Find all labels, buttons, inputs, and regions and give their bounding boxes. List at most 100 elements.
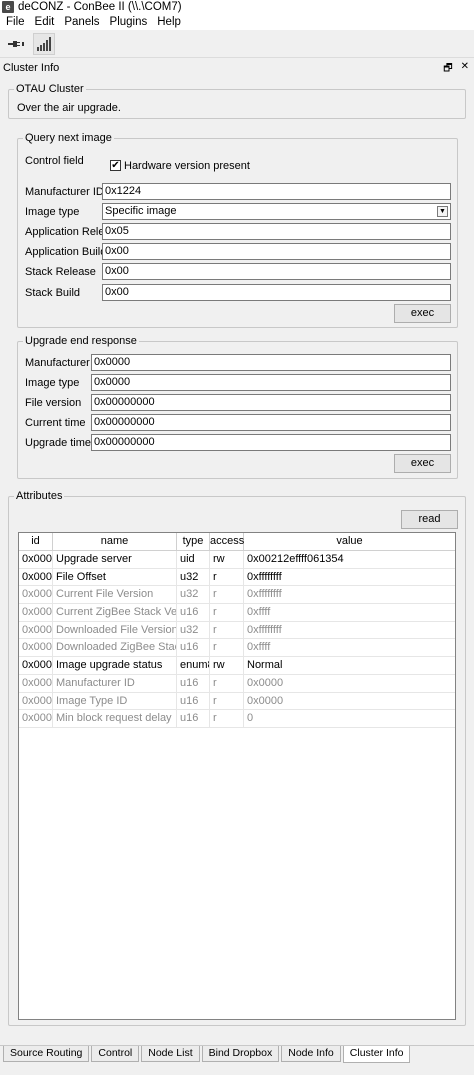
attributes-table: id name type access value 0x0000Upgrade … [18,532,456,1020]
cell-access: r [210,604,244,621]
cell-id: 0x0005 [19,639,53,657]
tab-source-routing[interactable]: Source Routing [3,1046,90,1062]
cell-id: 0x0006 [19,657,53,674]
cluster-description: Over the air upgrade. [17,102,121,114]
q-stack-release-label: Stack Release [25,266,96,278]
window-title: deCONZ - ConBee II (\\.\COM7) [18,1,182,13]
table-row[interactable]: 0x0007Manufacturer IDu16r0x0000 [19,674,455,693]
q-app-release-input[interactable]: 0x05 [102,223,451,240]
title-bar: e deCONZ - ConBee II (\\.\COM7) [0,0,474,14]
tab-node-info[interactable]: Node Info [281,1046,341,1062]
column-header-value[interactable]: value [244,533,455,550]
q-app-build-label: Application Build [25,246,107,258]
connect-button[interactable] [5,33,27,55]
column-header-type[interactable]: type [177,533,210,550]
cell-access: r [210,586,244,604]
menu-edit[interactable]: Edit [31,16,59,28]
cell-name: Upgrade server [53,551,177,568]
query-exec-button[interactable]: exec [394,304,451,323]
cell-type: enum8 [177,657,210,674]
cell-value: 0xffff [247,606,271,619]
otau-cluster-group: OTAU Cluster Over the air upgrade. [8,83,466,119]
cell-access: rw [210,657,244,674]
u-image-type-label: Image type [25,377,80,389]
q-stack-build-input[interactable]: 0x00 [102,284,451,301]
plug-icon [8,40,24,47]
cell-type: u16 [177,674,210,692]
tab-cluster-info[interactable]: Cluster Info [342,1046,411,1063]
cell-name: Manufacturer ID [53,674,177,692]
cell-name: Image upgrade status [53,657,177,674]
table-row[interactable]: 0x0001File Offsetu32r0xffffffff [19,568,455,587]
network-status-button[interactable] [33,32,55,55]
q-app-build-input[interactable]: 0x00 [102,243,451,260]
cell-value: 0xffffffff [247,623,282,636]
cell-access: r [210,674,244,692]
cell-type: u16 [177,604,210,621]
upgrade-exec-button[interactable]: exec [394,454,451,473]
u-file-version-label: File version [25,397,82,409]
cell-access: r [210,568,244,586]
read-button[interactable]: read [401,510,458,529]
bottom-tab-bar: Source Routing Control Node List Bind Dropb… [0,1045,474,1065]
cell-id: 0x0009 [19,710,53,727]
u-current-time-input[interactable]: 0x00000000 [91,414,451,431]
table-header: id name type access value [19,533,455,551]
cell-access: r [210,710,244,727]
q-stack-release-input[interactable]: 0x00 [102,263,451,280]
cell-value: 0x0000 [247,676,284,689]
cell-type: u16 [177,639,210,657]
float-icon[interactable]: 🗗 [443,61,452,78]
u-image-type-input[interactable]: 0x0000 [91,374,451,391]
cell-name: File Offset [53,568,177,586]
column-header-id[interactable]: id [19,533,53,550]
table-row[interactable]: 0x0009Min block request delayu16r0 [19,710,455,728]
table-row[interactable]: 0x0000Upgrade serveruidrw0x00212effff061… [19,551,455,569]
cell-type: u16 [177,710,210,727]
menu-help[interactable]: Help [153,16,185,28]
close-icon[interactable]: ✕ [461,61,469,78]
cell-access: r [210,621,244,639]
toolbar [0,30,474,58]
table-row[interactable]: 0x0002Current File Versionu32r0xffffffff [19,586,455,605]
cell-name: Current File Version [53,586,177,604]
tab-control[interactable]: Control [91,1046,140,1062]
table-row[interactable]: 0x0006Image upgrade statusenum8rwNormal [19,657,455,675]
column-header-access[interactable]: access [210,533,244,550]
u-file-version-input[interactable]: 0x00000000 [91,394,451,411]
u-upgrade-time-input[interactable]: 0x00000000 [91,434,451,451]
cell-value: 0xffff [247,641,271,654]
u-current-time-label: Current time [25,417,86,429]
hw-version-checkbox[interactable]: ✔ [110,160,121,171]
query-next-image-legend: Query next image [23,132,114,144]
menu-panels[interactable]: Panels [60,16,103,28]
cell-id: 0x0008 [19,692,53,710]
table-row[interactable]: 0x0004Downloaded File Versionu32r0xfffff… [19,621,455,640]
q-stack-build-label: Stack Build [25,287,81,299]
cell-value: 0 [247,712,254,725]
cell-value: 0xffffffff [247,570,282,583]
q-image-type-select[interactable]: Specific image ▼ [102,203,451,220]
cell-id: 0x0007 [19,674,53,692]
dropdown-arrow-icon: ▼ [437,206,448,217]
table-row[interactable]: 0x0003Current ZigBee Stack Versionu16r0x… [19,604,455,622]
tab-bind-dropbox[interactable]: Bind Dropbox [201,1046,280,1062]
table-row[interactable]: 0x0008Image Type IDu16r0x0000 [19,692,455,711]
cell-type: u16 [177,692,210,710]
tab-node-list[interactable]: Node List [141,1046,200,1062]
menu-plugins[interactable]: Plugins [106,16,152,28]
menu-file[interactable]: File [2,16,29,28]
column-header-name[interactable]: name [53,533,177,550]
u-manufacturer-id-input[interactable]: 0x0000 [91,354,451,371]
q-manufacturer-id-input[interactable]: 0x1224 [102,183,451,200]
cell-id: 0x0002 [19,586,53,604]
cell-id: 0x0000 [19,551,53,568]
cell-id: 0x0001 [19,568,53,586]
cell-id: 0x0003 [19,604,53,621]
table-row[interactable]: 0x0005Downloaded ZigBee Stack ...u16r0xf… [19,639,455,658]
cell-type: u32 [177,621,210,639]
q-manufacturer-id-label: Manufacturer ID [25,186,104,198]
upgrade-end-response-group: Upgrade end response Manufacturer ID 0x0… [17,335,458,479]
cell-value: 0xffffffff [247,588,282,601]
u-upgrade-time-label: Upgrade time [25,437,92,449]
